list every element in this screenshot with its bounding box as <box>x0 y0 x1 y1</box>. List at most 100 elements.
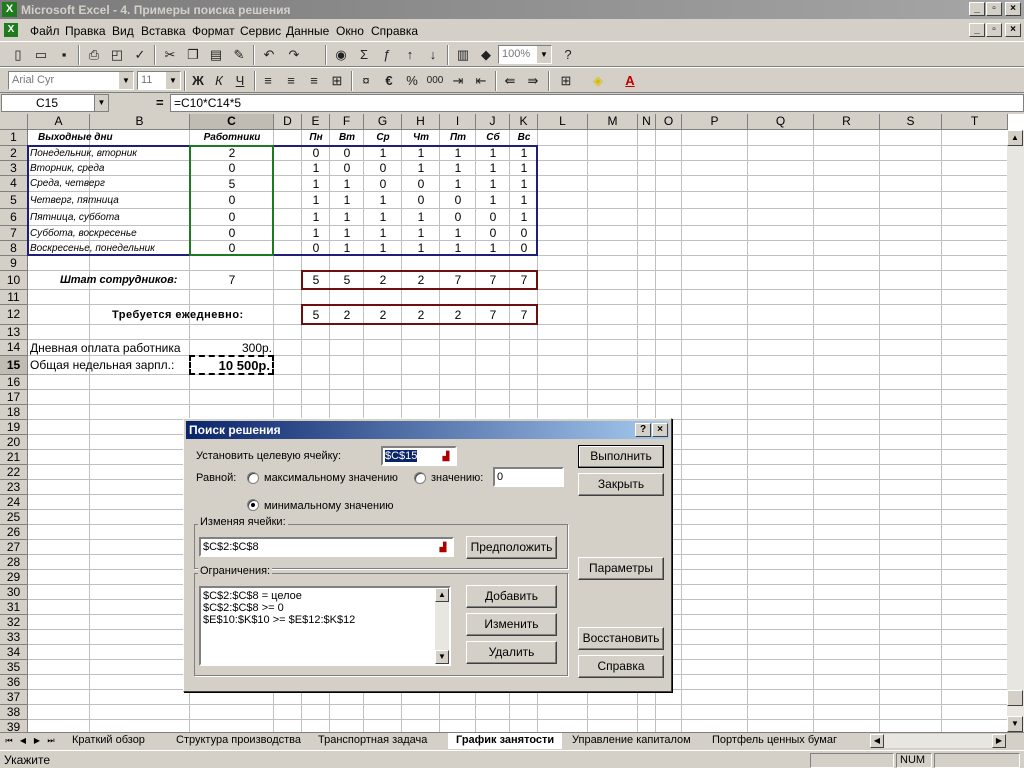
last-sheet-icon[interactable]: ⏭ <box>45 734 57 748</box>
add-button[interactable]: Добавить <box>466 585 557 608</box>
column-header[interactable]: K <box>510 114 538 130</box>
value-radio[interactable] <box>414 472 426 484</box>
column-header[interactable]: G <box>364 114 402 130</box>
column-header[interactable]: I <box>440 114 476 130</box>
sheet-tab[interactable]: Транспортная задача <box>310 733 435 749</box>
currency-icon[interactable]: ¤ <box>356 71 376 91</box>
select-all-corner[interactable] <box>0 114 28 130</box>
align-left-icon[interactable]: ≡ <box>258 71 278 91</box>
collapse-dialog-icon[interactable]: ▟ <box>436 540 450 554</box>
sheet-tab[interactable]: Краткий обзор <box>64 733 153 749</box>
doc-restore-button[interactable]: ▫ <box>986 23 1002 37</box>
percent-icon[interactable]: % <box>402 71 422 91</box>
row-header[interactable]: 17 <box>0 390 28 405</box>
column-header[interactable]: Q <box>748 114 814 130</box>
align-center-icon[interactable]: ≡ <box>281 71 301 91</box>
column-header[interactable]: P <box>682 114 748 130</box>
column-header[interactable]: O <box>656 114 682 130</box>
decrease-decimal-icon[interactable]: ⇤ <box>471 71 491 91</box>
hyperlink-icon[interactable]: ◉ <box>331 45 351 65</box>
row-header[interactable]: 1 <box>0 130 28 146</box>
help-button[interactable]: Справка <box>578 655 664 678</box>
euro-icon[interactable]: € <box>379 71 399 91</box>
paste-icon[interactable]: ▤ <box>206 45 226 65</box>
row-header[interactable]: 8 <box>0 241 28 256</box>
cell[interactable]: Требуется ежедневно: <box>92 305 262 325</box>
formula-input[interactable]: =C10*C14*5 <box>170 94 1024 112</box>
constraints-scrollbar[interactable]: ▲ ▼ <box>435 588 449 664</box>
row-header[interactable]: 39 <box>0 720 28 732</box>
row-header[interactable]: 31 <box>0 600 28 615</box>
constraint-item[interactable]: $C$2:$C$8 >= 0 <box>203 602 447 614</box>
row-header[interactable]: 3 <box>0 161 28 176</box>
guess-button[interactable]: Предположить <box>466 536 557 559</box>
max-radio[interactable] <box>247 472 259 484</box>
chart-wizard-icon[interactable]: ▥ <box>453 45 473 65</box>
menu-format[interactable]: Формат <box>192 24 235 38</box>
row-header[interactable]: 20 <box>0 435 28 450</box>
constraints-list[interactable]: $C$2:$C$8 = целое $C$2:$C$8 >= 0 $E$10:$… <box>199 586 451 666</box>
font-name-combo[interactable]: Arial Cyr ▼ <box>8 71 134 90</box>
dialog-close-button[interactable]: × <box>652 423 668 437</box>
solve-button[interactable]: Выполнить <box>578 445 664 468</box>
row-header[interactable]: 29 <box>0 570 28 585</box>
outdent-icon[interactable]: ⇚ <box>500 71 520 91</box>
column-header[interactable]: B <box>90 114 190 130</box>
row-header[interactable]: 25 <box>0 510 28 525</box>
menu-window[interactable]: Окно <box>336 24 364 38</box>
doc-minimize-button[interactable]: _ <box>969 23 985 37</box>
row-header[interactable]: 27 <box>0 540 28 555</box>
row-header[interactable]: 4 <box>0 176 28 192</box>
cell[interactable]: Штат сотрудников: <box>30 271 180 290</box>
indent-icon[interactable]: ⇛ <box>523 71 543 91</box>
horizontal-scrollbar[interactable]: ◀ ▶ <box>870 734 1006 748</box>
autosum-icon[interactable]: Σ <box>354 45 374 65</box>
options-button[interactable]: Параметры <box>578 557 664 580</box>
row-header[interactable]: 28 <box>0 555 28 570</box>
print-preview-icon[interactable]: ◰ <box>107 45 127 65</box>
row-header[interactable]: 26 <box>0 525 28 540</box>
help-icon[interactable]: ? <box>558 45 578 65</box>
menu-file[interactable]: Файл <box>30 24 60 38</box>
cell[interactable]: Чт <box>404 130 438 146</box>
menu-edit[interactable]: Правка <box>65 24 106 38</box>
menu-tools[interactable]: Сервис <box>240 24 281 38</box>
menu-insert[interactable]: Вставка <box>141 24 186 38</box>
cell[interactable]: Работники <box>192 130 272 146</box>
cell[interactable]: Общая недельная зарпл.: <box>30 356 190 375</box>
row-header[interactable]: 33 <box>0 630 28 645</box>
underline-button[interactable]: Ч <box>230 71 250 91</box>
cell[interactable]: Ср <box>366 130 400 146</box>
sheet-tab[interactable]: Структура производства <box>168 733 309 749</box>
copy-icon[interactable]: ❐ <box>183 45 203 65</box>
row-header[interactable]: 30 <box>0 585 28 600</box>
menu-data[interactable]: Данные <box>286 24 329 38</box>
min-radio[interactable] <box>247 499 259 511</box>
row-header[interactable]: 10 <box>0 271 28 290</box>
prev-sheet-icon[interactable]: ◀ <box>17 734 29 748</box>
column-header[interactable]: N <box>638 114 656 130</box>
row-header[interactable]: 18 <box>0 405 28 420</box>
cell[interactable]: Пт <box>442 130 474 146</box>
merge-center-icon[interactable]: ⊞ <box>327 71 347 91</box>
scroll-left-icon[interactable]: ◀ <box>870 734 884 748</box>
change-button[interactable]: Изменить <box>466 613 557 636</box>
column-header[interactable]: L <box>538 114 588 130</box>
align-right-icon[interactable]: ≡ <box>304 71 324 91</box>
format-painter-icon[interactable]: ✎ <box>229 45 249 65</box>
sheet-tab[interactable]: График занятости <box>448 733 563 749</box>
vertical-scrollbar[interactable]: ▲ ▼ <box>1007 130 1024 732</box>
target-cell-input[interactable]: $C$15 ▟ <box>381 446 457 466</box>
cell[interactable]: Вт <box>332 130 362 146</box>
cell[interactable]: Пн <box>304 130 328 146</box>
column-header[interactable]: A <box>28 114 90 130</box>
scroll-down-icon[interactable]: ▼ <box>1007 716 1023 732</box>
row-header[interactable]: 32 <box>0 615 28 630</box>
column-header[interactable]: C <box>190 114 274 130</box>
new-icon[interactable]: ▯ <box>8 45 28 65</box>
cell[interactable]: Вс <box>512 130 536 146</box>
row-header[interactable]: 19 <box>0 420 28 435</box>
cell[interactable]: Выходные дни <box>30 130 180 146</box>
thousands-icon[interactable]: 000 <box>425 71 445 91</box>
spelling-icon[interactable]: ✓ <box>130 45 150 65</box>
